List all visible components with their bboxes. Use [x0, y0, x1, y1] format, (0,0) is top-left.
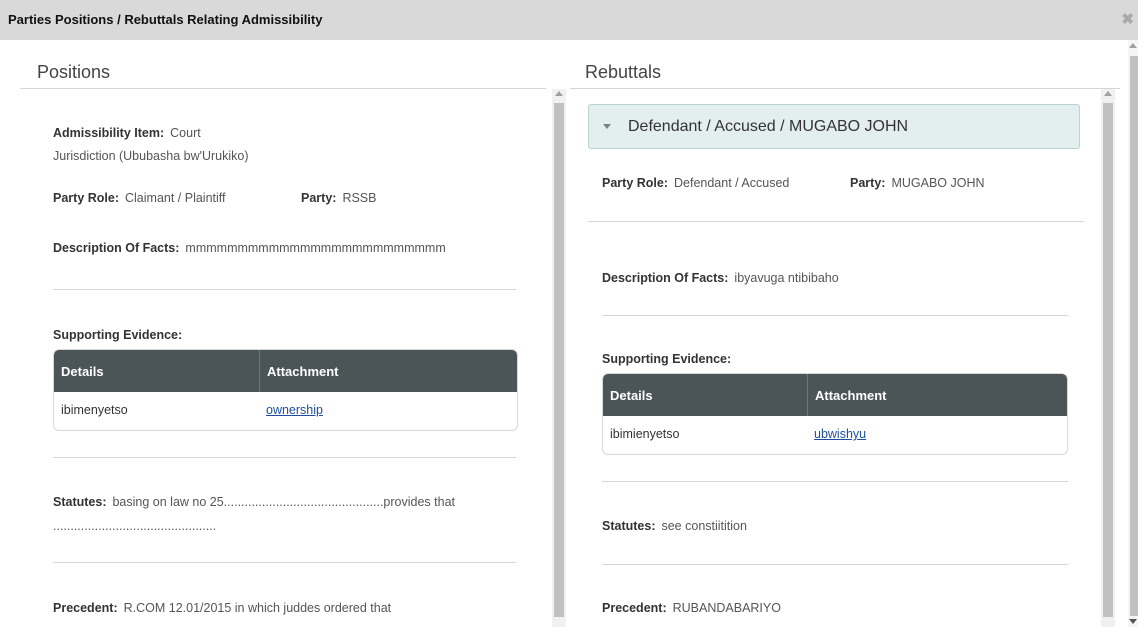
divider — [53, 289, 516, 290]
party-role-label: Party Role: — [53, 191, 119, 205]
party-label: Party: — [850, 176, 886, 190]
statutes: Statutes: see constiitition — [602, 517, 747, 536]
details-column-header: Details — [610, 388, 653, 403]
precedent-label: Precedent: — [602, 601, 667, 615]
divider — [53, 457, 516, 458]
attachment-column-header: Attachment — [259, 350, 517, 392]
positions-heading: Positions — [37, 62, 111, 82]
scrollbar-thumb[interactable] — [1103, 103, 1113, 617]
divider — [602, 481, 1068, 482]
precedent-label: Precedent: — [53, 601, 118, 615]
evidence-details-cell: ibimienyetso — [610, 427, 680, 441]
scroll-up-arrow-icon[interactable] — [1104, 91, 1112, 96]
positions-scrollbar[interactable] — [552, 89, 566, 627]
scroll-up-arrow-icon[interactable] — [1129, 43, 1137, 48]
precedent-value: R.COM 12.01/2015 in which juddes ordered… — [123, 601, 392, 615]
party-role: Party Role: Claimant / Plaintiff — [53, 189, 226, 208]
statutes-label: Statutes: — [602, 519, 656, 533]
description-of-facts: Description Of Facts: mmmmmmmmmmmmmmmmmmm… — [53, 239, 446, 258]
precedent-value: RUBANDABARIYO — [672, 601, 781, 615]
supporting-evidence-label: Supporting Evidence: — [53, 328, 183, 342]
admissibility-item-value: Court — [170, 126, 201, 140]
precedent: Precedent: R.COM 12.01/2015 in which judd… — [53, 599, 391, 618]
admissibility-item: Admissibility Item: Court — [53, 124, 201, 143]
rebuttals-pane: Defendant / Accused / MUGABO JOHN Party … — [570, 89, 1098, 627]
evidence-table-header: Details Attachment — [54, 350, 517, 392]
admissibility-item-value-line2: Jurisdiction (Ububasha bw'Urukiko) — [53, 149, 249, 163]
close-icon[interactable]: ✖ — [1121, 10, 1134, 28]
evidence-table: Details Attachment ibimenyetso ownership — [53, 349, 518, 431]
attachment-link[interactable]: ownership — [266, 403, 323, 417]
positions-pane: Admissibility Item: Court Jurisdiction (U… — [20, 89, 546, 627]
dialog-scrollbar[interactable] — [1128, 40, 1138, 627]
statutes-value: see constiitition — [661, 519, 747, 533]
party-value: RSSB — [342, 191, 377, 205]
attachment-link[interactable]: ubwishyu — [814, 427, 866, 441]
scrollbar-thumb[interactable] — [554, 103, 564, 617]
statutes: Statutes: basing on law no 25............… — [53, 493, 455, 512]
divider — [602, 315, 1068, 316]
divider — [588, 221, 1084, 222]
statutes-label: Statutes: — [53, 495, 107, 509]
description-value: ibyavuga ntibibaho — [734, 271, 839, 285]
description-value: mmmmmmmmmmmmmmmmmmmmmmmmm — [185, 241, 446, 255]
statutes-value: basing on law no 25.....................… — [112, 495, 456, 509]
divider — [53, 562, 516, 563]
party-role-value: Claimant / Plaintiff — [125, 191, 226, 205]
scrollbar-thumb[interactable] — [1130, 56, 1138, 616]
evidence-table-header: Details Attachment — [603, 374, 1067, 416]
party-role-value: Defendant / Accused — [674, 176, 790, 190]
dialog-title-bar: Parties Positions / Rebuttals Relating A… — [0, 0, 1138, 40]
party-role-label: Party Role: — [602, 176, 668, 190]
dialog-title: Parties Positions / Rebuttals Relating A… — [8, 12, 323, 27]
precedent: Precedent: RUBANDABARIYO — [602, 599, 781, 618]
description-label: Description Of Facts: — [53, 241, 180, 255]
accordion-title: Defendant / Accused / MUGABO JOHN — [628, 118, 909, 135]
party-value: MUGABO JOHN — [891, 176, 985, 190]
scroll-down-arrow-icon[interactable] — [1129, 619, 1137, 624]
party-label: Party: — [301, 191, 337, 205]
details-column-header: Details — [61, 364, 104, 379]
caret-down-icon — [603, 124, 611, 129]
supporting-evidence-label: Supporting Evidence: — [602, 352, 732, 366]
divider — [602, 564, 1068, 565]
party-role: Party Role: Defendant / Accused — [602, 174, 789, 193]
description-of-facts: Description Of Facts: ibyavuga ntibibaho — [602, 269, 839, 288]
table-row: ibimienyetso ubwishyu — [603, 416, 1067, 454]
party: Party: MUGABO JOHN — [850, 174, 985, 193]
evidence-table: Details Attachment ibimienyetso ubwishyu — [602, 373, 1068, 455]
statutes-value-line2: ........................................… — [53, 519, 217, 533]
rebuttals-heading: Rebuttals — [585, 62, 662, 82]
admissibility-item-label: Admissibility Item: — [53, 126, 165, 140]
description-label: Description Of Facts: — [602, 271, 729, 285]
attachment-column-header: Attachment — [807, 374, 1067, 416]
scroll-up-arrow-icon[interactable] — [555, 91, 563, 96]
evidence-details-cell: ibimenyetso — [61, 403, 128, 417]
party-accordion-header[interactable]: Defendant / Accused / MUGABO JOHN — [588, 104, 1080, 149]
table-row: ibimenyetso ownership — [54, 392, 517, 430]
party: Party: RSSB — [301, 189, 376, 208]
rebuttals-scrollbar[interactable] — [1101, 89, 1115, 627]
